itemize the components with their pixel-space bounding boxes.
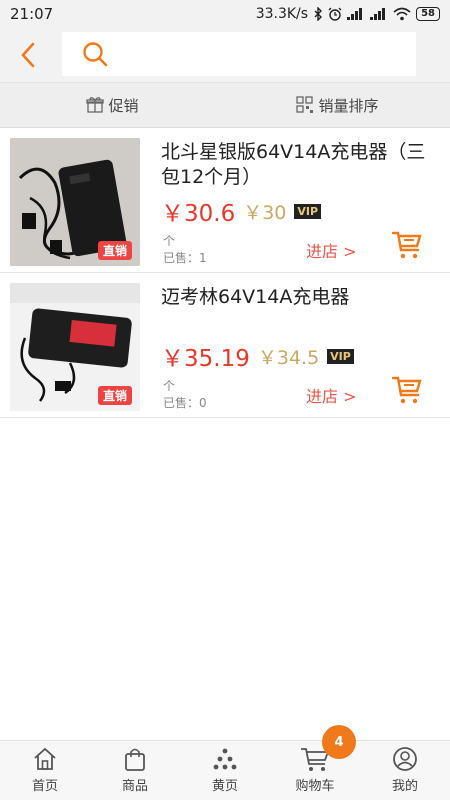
directory-icon (213, 748, 237, 770)
tabbar-home[interactable]: 首页 (0, 741, 90, 800)
add-to-cart-icon[interactable] (391, 375, 423, 405)
product-item[interactable]: 直销 迈考林64V14A充电器 ￥35.19 ￥34.5 VIP 个 已售：0 … (0, 273, 450, 418)
tabbar-directory[interactable]: 黄页 (180, 741, 270, 800)
direct-sale-badge: 直销 (97, 386, 132, 405)
cart-count-badge: 4 (322, 725, 356, 759)
status-time: 21:07 (10, 5, 54, 23)
product-image[interactable]: 直销 (10, 283, 140, 411)
product-list: 直销 北斗星银版64V14A充电器（三包12个月） ￥30.6 ￥30 VIP … (0, 128, 450, 418)
grid-icon (296, 96, 314, 113)
header (0, 28, 450, 82)
net-speed: 33.3K/s (255, 6, 309, 22)
home-icon (34, 747, 56, 770)
filter-tabs: 促销 销量排序 (0, 82, 450, 128)
tabbar-products[interactable]: 商品 (90, 741, 180, 800)
tabbar-me-label: 我的 (391, 779, 418, 794)
tabbar-home-label: 首页 (31, 779, 58, 794)
tabbar-directory-label: 黄页 (211, 779, 238, 794)
price-row-2: ￥35.19 ￥34.5 VIP (161, 339, 354, 373)
product-price: ￥35.19 (161, 346, 250, 372)
search-input[interactable] (118, 45, 398, 63)
product-price: ￥30.6 (161, 201, 236, 227)
tab-sales-sort[interactable]: 销量排序 (225, 83, 450, 127)
product-unit: 个 (163, 234, 176, 248)
product-unit: 个 (163, 379, 176, 393)
enter-store-link[interactable]: 进店 > (306, 383, 357, 407)
sold-count: 已售：0 (163, 396, 207, 410)
enter-store-link[interactable]: 进店 > (306, 238, 357, 262)
gift-icon (86, 97, 105, 113)
tabbar-me[interactable]: 我的 (360, 741, 450, 800)
signal-icon (347, 8, 363, 20)
tab-sales-sort-label: 销量排序 (318, 96, 379, 115)
status-bar: 21:07 33.3K/s 58 (0, 0, 450, 28)
vip-price: ￥34.5 (257, 346, 320, 369)
tab-promotion[interactable]: 促销 (0, 83, 225, 127)
product-image[interactable]: 直销 (10, 138, 140, 266)
back-button[interactable] (0, 28, 56, 82)
signal-icon-2 (370, 8, 386, 20)
vip-price: ￥30 (243, 201, 287, 224)
product-item[interactable]: 直销 北斗星银版64V14A充电器（三包12个月） ￥30.6 ￥30 VIP … (0, 128, 450, 273)
sold-count: 已售：1 (163, 251, 207, 265)
product-title[interactable]: 迈考林64V14A充电器 (161, 285, 441, 310)
back-arrow-icon (21, 42, 35, 68)
bluetooth-icon (314, 7, 323, 21)
status-icons: 33.3K/s 58 (256, 6, 440, 22)
tabbar-cart-label: 购物车 (295, 779, 335, 794)
bottom-tab-bar: 首页 商品 黄页 购物车 4 我的 (0, 725, 450, 800)
vip-tag: VIP (327, 348, 354, 364)
bag-icon (125, 748, 145, 771)
user-icon (393, 747, 417, 771)
tab-promotion-label: 促销 (108, 96, 139, 115)
product-title[interactable]: 北斗星银版64V14A充电器（三包12个月） (161, 140, 441, 190)
search-bar[interactable] (62, 32, 416, 76)
search-icon (83, 42, 108, 67)
wifi-icon (393, 7, 411, 21)
direct-sale-badge: 直销 (97, 241, 132, 260)
vip-tag: VIP (294, 203, 322, 219)
tabbar-products-label: 商品 (121, 779, 148, 794)
add-to-cart-icon[interactable] (391, 230, 423, 260)
price-row: ￥30.6 ￥30 VIP (161, 194, 322, 228)
battery-indicator: 58 (416, 7, 440, 21)
tabbar-cart[interactable]: 购物车 4 (270, 725, 360, 800)
alarm-icon (328, 7, 342, 21)
